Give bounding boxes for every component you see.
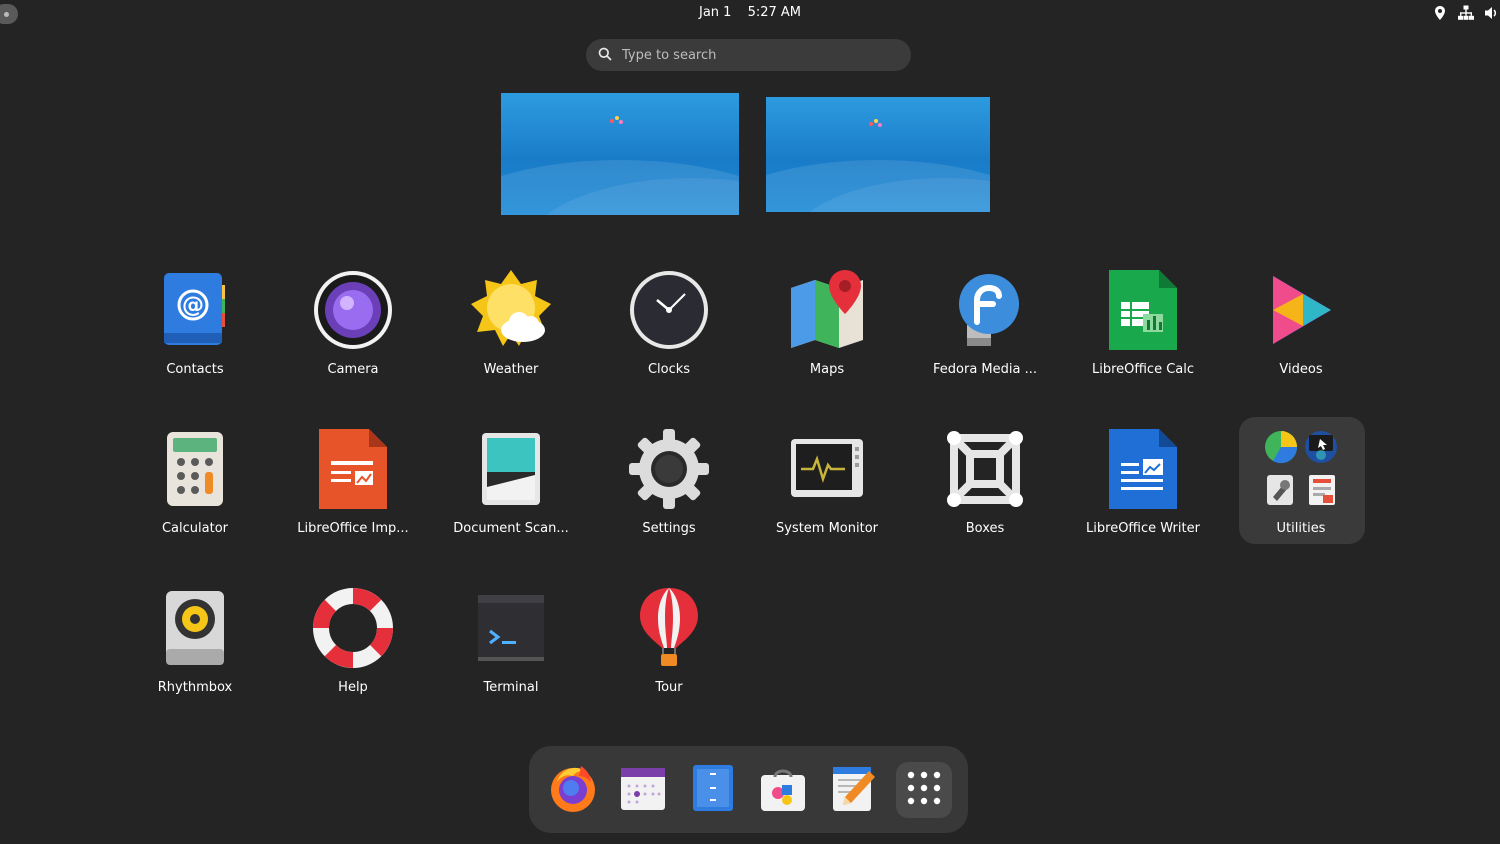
app-contacts[interactable]: @ Contacts <box>120 256 270 386</box>
workspace-thumbnail-1[interactable] <box>501 93 739 215</box>
libreoffice-impress-icon <box>311 427 395 511</box>
app-system-monitor[interactable]: System Monitor <box>752 415 902 545</box>
app-label: Camera <box>327 362 379 377</box>
app-label: Calculator <box>161 521 228 536</box>
app-boxes[interactable]: Boxes <box>910 415 1060 545</box>
svg-text:@: @ <box>182 293 204 318</box>
search-bar[interactable] <box>586 39 911 71</box>
dock-firefox[interactable] <box>545 762 601 818</box>
clock-time: 5:27 AM <box>747 5 802 20</box>
document-scanner-icon <box>469 427 553 511</box>
app-fedora-media-writer[interactable]: Fedora Media ... <box>910 256 1060 386</box>
libreoffice-writer-icon <box>1101 427 1185 511</box>
wallpaper-balloons <box>869 118 883 128</box>
location-icon <box>1432 4 1448 22</box>
app-label: Document Scan... <box>453 521 569 536</box>
workspace-thumbnail-2[interactable] <box>766 97 990 212</box>
tour-icon <box>627 586 711 670</box>
search-icon <box>598 46 612 65</box>
app-camera[interactable]: Camera <box>278 256 428 386</box>
libreoffice-calc-icon <box>1101 268 1185 352</box>
app-maps[interactable]: Maps <box>752 256 902 386</box>
software-icon <box>758 763 808 817</box>
app-label: Maps <box>809 362 845 377</box>
wallpaper-balloons <box>610 115 624 125</box>
overview-screen: Jan 1 5:27 AM @ <box>0 0 1500 844</box>
help-icon <box>311 586 395 670</box>
search-input[interactable] <box>620 46 884 64</box>
show-apps-button[interactable] <box>896 762 952 818</box>
volume-icon <box>1484 4 1500 22</box>
app-tour[interactable]: Tour <box>594 574 744 704</box>
app-weather[interactable]: Weather <box>436 256 586 386</box>
camera-icon <box>311 268 395 352</box>
firefox-icon <box>547 762 599 818</box>
app-libreoffice-writer[interactable]: LibreOffice Writer <box>1068 415 1218 545</box>
system-monitor-icon <box>785 427 869 511</box>
text-editor-icon <box>829 763 877 817</box>
app-folder-utilities[interactable]: Utilities <box>1226 415 1376 545</box>
weather-icon <box>469 268 553 352</box>
app-libreoffice-calc[interactable]: LibreOffice Calc <box>1068 256 1218 386</box>
dock-files[interactable] <box>685 762 741 818</box>
calendar-icon <box>619 764 667 816</box>
app-label: Settings <box>642 521 696 536</box>
app-label: System Monitor <box>775 521 879 536</box>
show-apps-icon <box>905 769 943 811</box>
app-label: LibreOffice Imp... <box>297 521 409 536</box>
app-label: Weather <box>483 362 539 377</box>
terminal-icon <box>469 586 553 670</box>
app-label: Tour <box>655 680 683 695</box>
app-calculator[interactable]: Calculator <box>120 415 270 545</box>
app-label: Clocks <box>647 362 691 377</box>
dock-text-editor[interactable] <box>825 762 881 818</box>
app-document-scanner[interactable]: Document Scan... <box>436 415 586 545</box>
dock-software[interactable] <box>755 762 811 818</box>
utilities-folder-icon <box>1259 427 1343 511</box>
app-label: Contacts <box>166 362 224 377</box>
clock[interactable]: Jan 1 5:27 AM <box>0 5 1500 20</box>
app-terminal[interactable]: Terminal <box>436 574 586 704</box>
calculator-icon <box>153 427 237 511</box>
boxes-icon <box>943 427 1027 511</box>
app-help[interactable]: Help <box>278 574 428 704</box>
app-settings[interactable]: Settings <box>594 415 744 545</box>
clock-date: Jan 1 <box>698 5 732 20</box>
fedora-media-writer-icon <box>943 268 1027 352</box>
app-label: Terminal <box>483 680 539 695</box>
dock-calendar[interactable] <box>615 762 671 818</box>
app-clocks[interactable]: Clocks <box>594 256 744 386</box>
files-icon <box>691 763 735 817</box>
app-rhythmbox[interactable]: Rhythmbox <box>120 574 270 704</box>
clocks-icon <box>627 268 711 352</box>
app-label: LibreOffice Calc <box>1091 362 1195 377</box>
network-icon <box>1458 4 1474 22</box>
settings-icon <box>627 427 711 511</box>
app-label: Utilities <box>1276 521 1326 536</box>
app-libreoffice-impress[interactable]: LibreOffice Imp... <box>278 415 428 545</box>
app-label: Boxes <box>965 521 1005 536</box>
app-label: Fedora Media ... <box>933 362 1037 377</box>
app-label: Videos <box>1279 362 1323 377</box>
maps-icon <box>785 268 869 352</box>
app-label: Help <box>338 680 368 695</box>
app-label: LibreOffice Writer <box>1086 521 1200 536</box>
contacts-icon: @ <box>153 268 237 352</box>
system-tray[interactable] <box>1432 4 1500 22</box>
videos-icon <box>1259 268 1343 352</box>
app-label: Rhythmbox <box>157 680 233 695</box>
rhythmbox-icon <box>153 586 237 670</box>
app-videos[interactable]: Videos <box>1226 256 1376 386</box>
